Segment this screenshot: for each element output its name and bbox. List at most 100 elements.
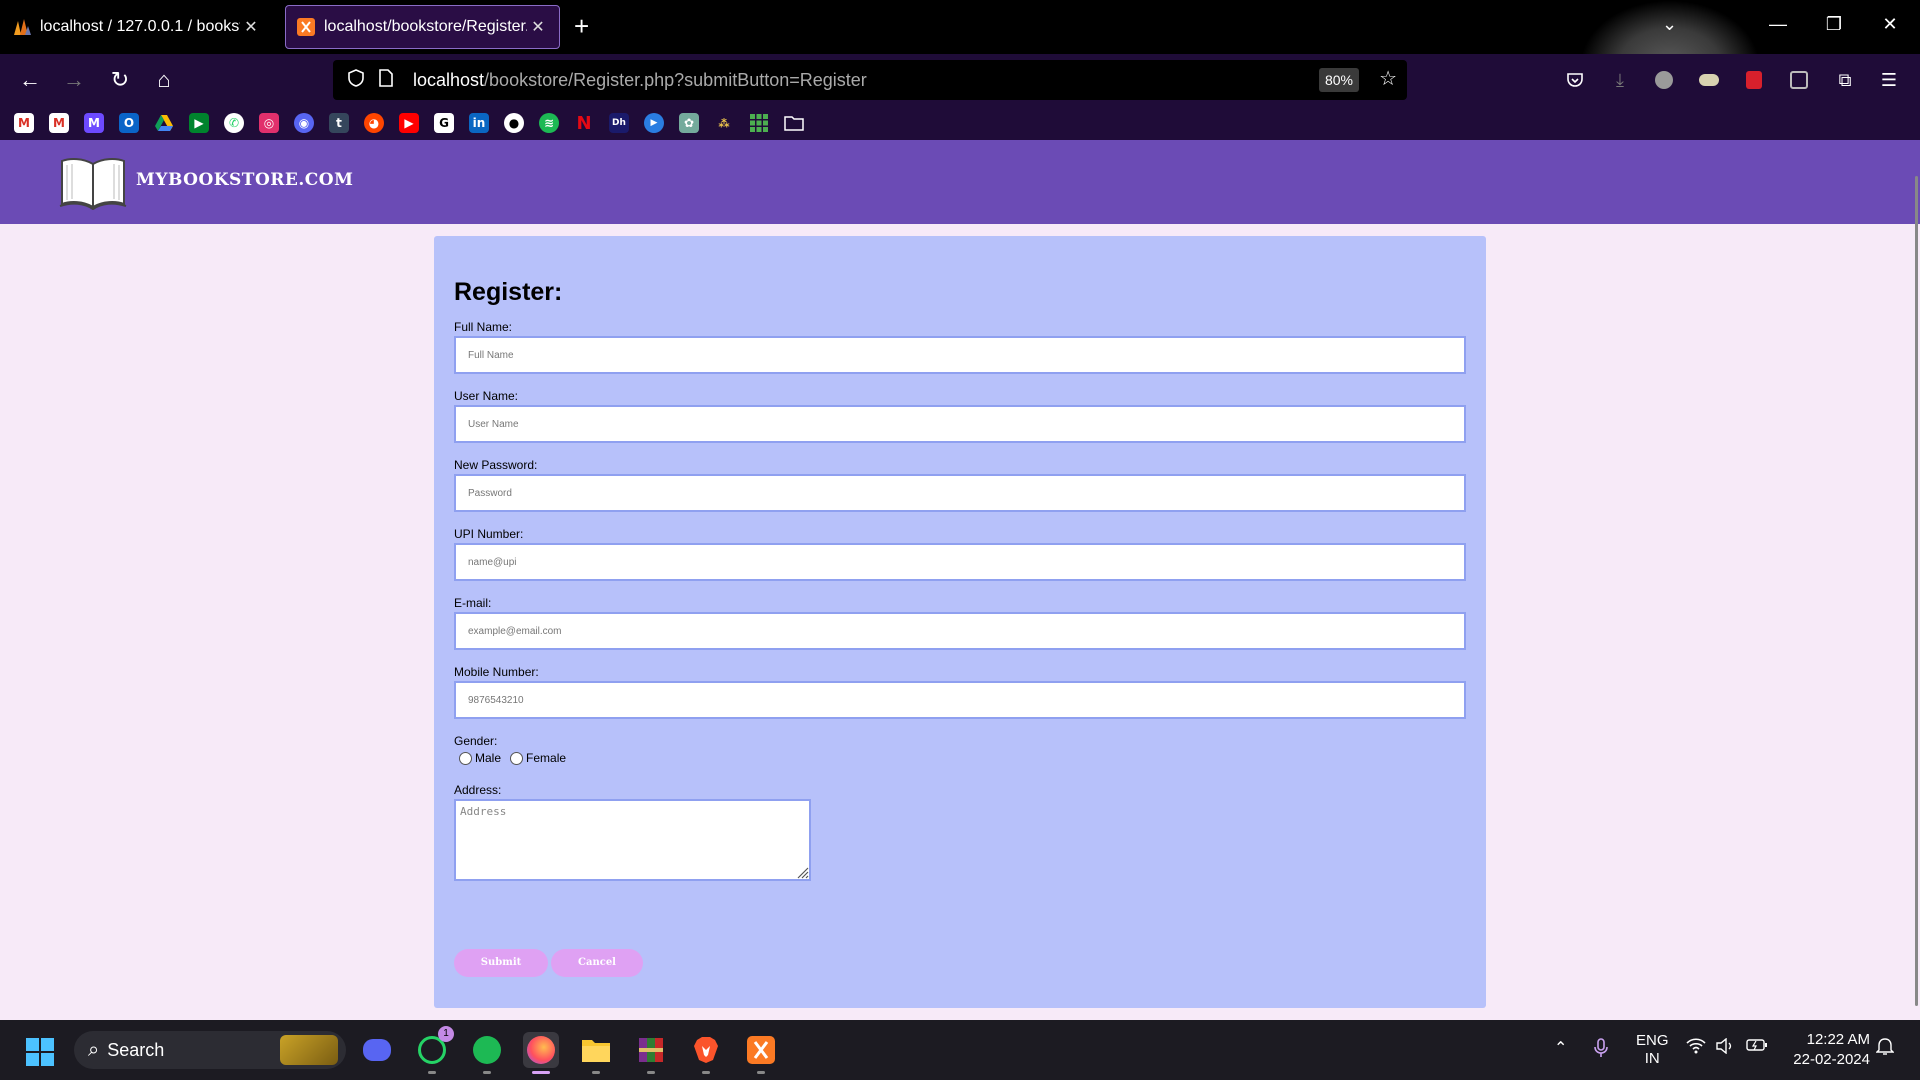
site-name[interactable]: MYBOOKSTORE.COM <box>136 170 353 190</box>
gmail-icon[interactable]: M <box>14 113 34 133</box>
taskbar-search[interactable]: ⌕ Search <box>74 1031 346 1069</box>
microphone-icon[interactable] <box>1594 1038 1608 1063</box>
firefox-taskbar-icon[interactable] <box>523 1032 559 1074</box>
shield-icon[interactable] <box>341 68 371 92</box>
tab-register[interactable]: localhost/bookstore/Register.php ✕ <box>285 5 560 49</box>
whatsapp-icon[interactable]: ✆ <box>224 113 244 133</box>
language-indicator[interactable]: ENG IN <box>1636 1032 1669 1068</box>
volume-icon[interactable] <box>1716 1037 1734 1059</box>
site-header: MYBOOKSTORE.COM <box>0 140 1920 224</box>
discord-icon[interactable]: ◉ <box>294 113 314 133</box>
forward-icon[interactable]: → <box>60 66 88 94</box>
digital-hub-icon[interactable]: Dh <box>609 113 629 133</box>
address-bar[interactable]: localhost/bookstore/Register.php?submitB… <box>333 60 1407 100</box>
extensions-puzzle-icon[interactable]: ⧉ <box>1833 68 1857 92</box>
page-info-icon[interactable] <box>371 68 401 92</box>
bookmark-star-icon[interactable]: ☆ <box>1379 66 1397 91</box>
extension-icon[interactable] <box>1697 68 1721 92</box>
show-hidden-icons-icon[interactable]: ⌃ <box>1554 1038 1567 1058</box>
user-name-input[interactable] <box>454 405 1466 443</box>
brave-taskbar-icon[interactable] <box>688 1032 724 1074</box>
running-indicator <box>757 1071 765 1074</box>
mobile-input[interactable] <box>454 681 1466 719</box>
zoom-level[interactable]: 80% <box>1318 68 1359 92</box>
tab-close-icon[interactable]: ✕ <box>527 17 549 37</box>
github-icon[interactable]: ● <box>504 113 524 133</box>
discord-taskbar-icon[interactable] <box>359 1032 395 1068</box>
google-meet-icon[interactable]: ▶ <box>189 113 209 133</box>
tab-title: localhost / 127.0.0.1 / bookstore <box>40 18 240 35</box>
apps-grid-icon[interactable] <box>749 113 769 133</box>
youtube-icon[interactable]: ▶ <box>399 113 419 133</box>
windows-start-icon[interactable] <box>26 1038 54 1071</box>
url-path: /bookstore/Register.php?submitButton=Reg… <box>484 69 867 90</box>
mobile-label: Mobile Number: <box>454 665 539 679</box>
close-window-icon[interactable]: ✕ <box>1878 14 1902 35</box>
list-all-tabs-icon[interactable]: ⌄ <box>1662 14 1677 35</box>
google-drive-icon[interactable] <box>154 113 174 133</box>
female-label[interactable]: Female <box>526 751 566 765</box>
submit-button[interactable]: Submit <box>454 949 548 977</box>
gmail-icon[interactable]: M <box>49 113 69 133</box>
winrar-taskbar-icon[interactable] <box>633 1032 669 1074</box>
restore-icon[interactable]: ❐ <box>1822 14 1846 35</box>
tab-phpmyadmin[interactable]: localhost / 127.0.0.1 / bookstore ✕ <box>2 5 272 49</box>
menu-icon[interactable]: ☰ <box>1877 68 1901 92</box>
reddit-icon[interactable]: ◕ <box>364 113 384 133</box>
male-radio[interactable] <box>459 751 472 765</box>
whatsapp-taskbar-icon[interactable]: 1 <box>414 1026 454 1074</box>
instagram-icon[interactable]: ◎ <box>259 113 279 133</box>
reload-icon[interactable]: ↻ <box>106 66 134 94</box>
tab-title: localhost/bookstore/Register.php <box>324 18 527 35</box>
spotify-icon[interactable]: ≋ <box>539 113 559 133</box>
running-indicator <box>483 1071 491 1074</box>
tumblr-icon[interactable]: t <box>329 113 349 133</box>
xampp-taskbar-icon[interactable] <box>743 1032 779 1074</box>
extension-square-icon[interactable] <box>1787 68 1811 92</box>
system-clock[interactable]: 12:22 AM 22-02-2024 <box>1786 1030 1870 1070</box>
folder-icon[interactable] <box>784 113 804 133</box>
book-logo-icon[interactable] <box>58 154 128 215</box>
email-input[interactable] <box>454 612 1466 650</box>
downloads-icon[interactable]: ⤓ <box>1608 68 1632 92</box>
password-label: New Password: <box>454 458 538 472</box>
search-label: Search <box>107 1039 165 1060</box>
user-name-label: User Name: <box>454 389 519 403</box>
running-indicator <box>647 1071 655 1074</box>
netflix-icon[interactable]: N <box>574 113 594 134</box>
resize-handle-icon[interactable] <box>795 865 809 879</box>
pocket-icon[interactable] <box>1563 68 1587 92</box>
full-name-input[interactable] <box>454 336 1466 374</box>
proton-mail-icon[interactable]: M <box>84 113 104 133</box>
cancel-button[interactable]: Cancel <box>551 949 643 977</box>
password-input[interactable] <box>454 474 1466 512</box>
page-scrollbar[interactable] <box>1915 176 1918 1006</box>
address-textarea[interactable] <box>454 799 811 881</box>
new-tab-button[interactable]: + <box>574 12 589 40</box>
play-icon[interactable]: ▶ <box>644 113 664 133</box>
file-explorer-taskbar-icon[interactable] <box>578 1032 614 1074</box>
ublock-icon[interactable] <box>1742 68 1766 92</box>
minimize-icon[interactable]: — <box>1766 14 1790 35</box>
gender-options: Male Female <box>454 751 566 765</box>
female-radio[interactable] <box>510 751 524 765</box>
running-indicator <box>592 1071 600 1074</box>
search-icon: ⌕ <box>88 1038 100 1061</box>
linkedin-icon[interactable]: in <box>469 113 489 133</box>
tab-close-icon[interactable]: ✕ <box>240 17 262 37</box>
notifications-icon[interactable] <box>1875 1038 1895 1061</box>
outlook-icon[interactable]: O <box>119 113 139 133</box>
home-icon[interactable]: ⌂ <box>150 66 178 94</box>
wifi-icon[interactable] <box>1686 1038 1706 1059</box>
region-code: IN <box>1644 1050 1660 1067</box>
back-icon[interactable]: ← <box>16 66 44 94</box>
grammarly-icon[interactable]: G <box>434 113 454 133</box>
clock-time: 12:22 AM <box>1806 1031 1870 1048</box>
male-label[interactable]: Male <box>475 751 501 765</box>
upi-input[interactable] <box>454 543 1466 581</box>
profile-extension-icon[interactable] <box>1652 68 1676 92</box>
battery-icon[interactable] <box>1746 1038 1768 1057</box>
spotify-taskbar-icon[interactable] <box>469 1032 505 1074</box>
chatgpt-icon[interactable]: ✿ <box>679 113 699 133</box>
misc-bookmark-icon[interactable]: ⁂ <box>714 113 734 133</box>
